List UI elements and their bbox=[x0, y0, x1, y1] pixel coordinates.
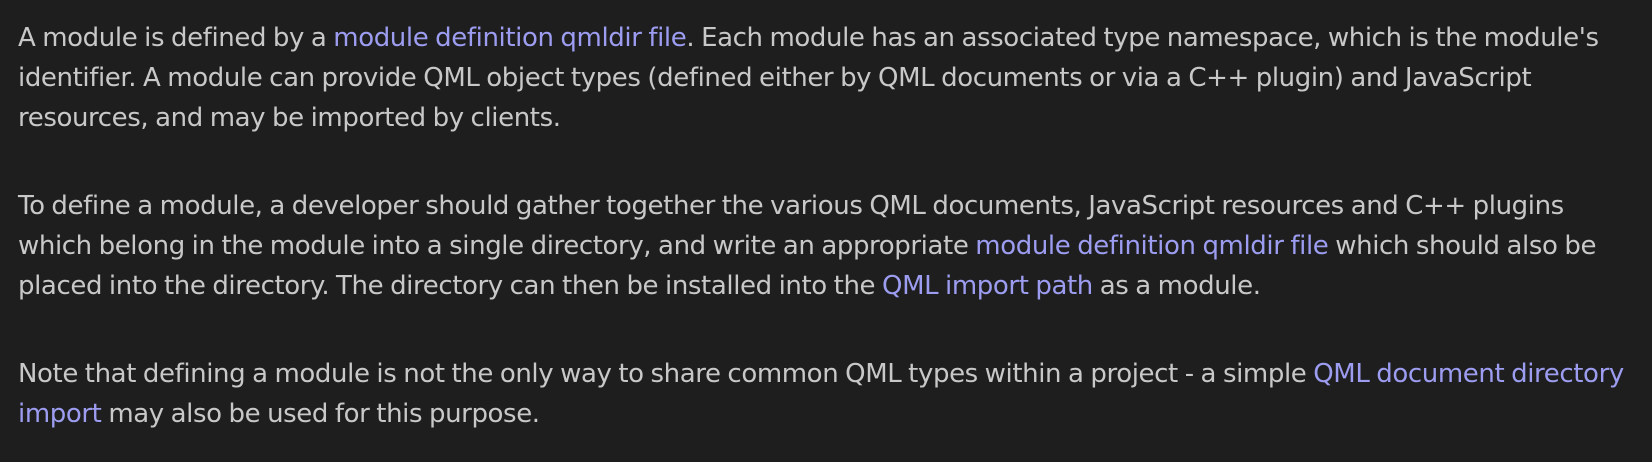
link-module-definition-qmldir-file[interactable]: module definition qmldir file bbox=[975, 231, 1328, 261]
text: as a module. bbox=[1092, 271, 1261, 301]
paragraph-note: Note that defining a module is not the o… bbox=[18, 354, 1634, 434]
paragraph-module-definition: A module is defined by a module definiti… bbox=[18, 18, 1634, 138]
link-module-definition-qmldir-file[interactable]: module definition qmldir file bbox=[333, 23, 686, 53]
text: Note that defining a module is not the o… bbox=[18, 359, 1314, 389]
text: may also be used for this purpose. bbox=[101, 399, 540, 429]
paragraph-define-module: To define a module, a developer should g… bbox=[18, 186, 1634, 306]
text: A module is defined by a bbox=[18, 23, 334, 53]
link-qml-import-path[interactable]: QML import path bbox=[882, 271, 1093, 301]
document-body: A module is defined by a module definiti… bbox=[18, 18, 1634, 434]
